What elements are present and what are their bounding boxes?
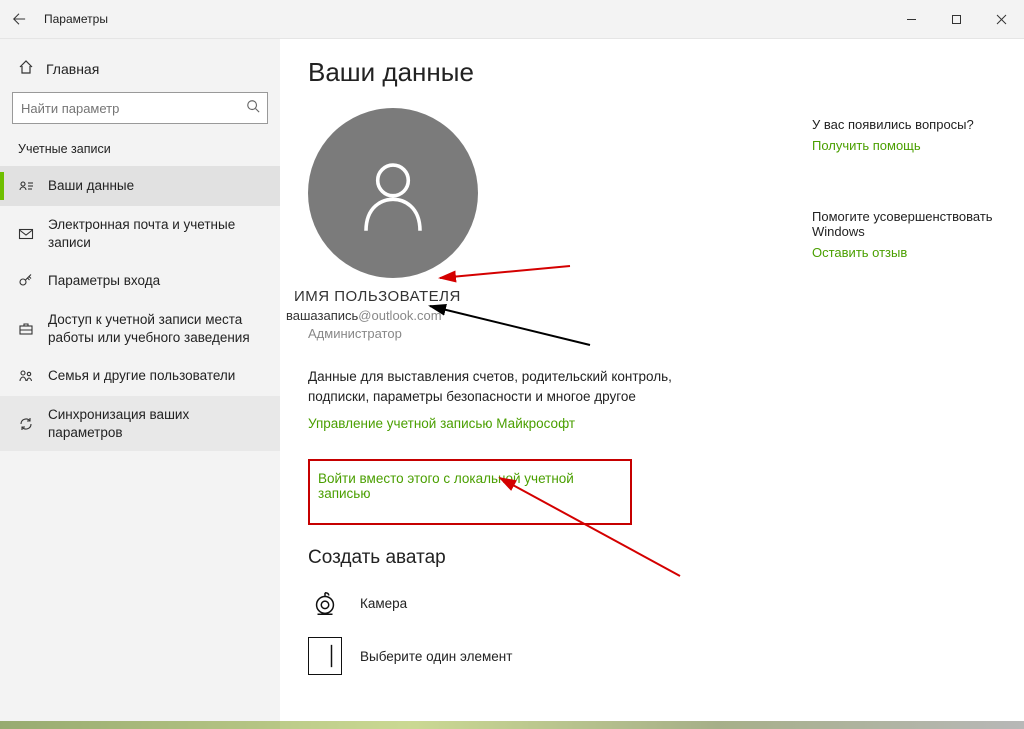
user-email-local: вашазапись (286, 308, 358, 323)
sidebar-home-label: Главная (46, 61, 99, 77)
create-avatar-browse[interactable]: Выберите один элемент (308, 637, 1024, 675)
local-signin-highlight-box: Войти вместо этого с локальной учетной з… (308, 459, 632, 525)
maximize-button[interactable] (934, 0, 979, 38)
camera-icon (308, 585, 342, 621)
sidebar-item-label: Ваши данные (48, 177, 262, 195)
avatar (308, 108, 478, 278)
titlebar: Параметры (0, 0, 1024, 39)
window-title: Параметры (44, 12, 108, 26)
local-signin-link[interactable]: Войти вместо этого с локальной учетной з… (318, 471, 618, 501)
main-content: Ваши данные ИМЯ ПОЛЬЗОВАТЕЛЯ вашазапись@… (280, 39, 1024, 729)
minimize-button[interactable] (889, 0, 934, 38)
sidebar-item-label: Электронная почта и учетные записи (48, 216, 262, 251)
sidebar-home[interactable]: Главная (0, 53, 280, 92)
help-column: У вас появились вопросы? Получить помощь… (812, 117, 1002, 260)
sidebar-item-your-info[interactable]: Ваши данные (0, 166, 280, 206)
key-icon (18, 273, 34, 289)
create-avatar-camera[interactable]: Камера (308, 585, 1024, 621)
sidebar-section-label: Учетные записи (0, 142, 280, 166)
user-name: ИМЯ ПОЛЬЗОВАТЕЛЯ (294, 288, 1024, 305)
questions-heading: У вас появились вопросы? (812, 117, 1002, 132)
people-icon (18, 368, 34, 384)
sidebar: Главная Учетные записи (0, 39, 280, 729)
search-icon (246, 99, 260, 116)
browse-label: Выберите один элемент (360, 649, 512, 664)
search-input[interactable] (12, 92, 268, 124)
close-button[interactable] (979, 0, 1024, 38)
sidebar-item-work-school[interactable]: Доступ к учетной записи места работы или… (0, 301, 280, 356)
sidebar-item-label: Параметры входа (48, 272, 262, 290)
sidebar-nav: Ваши данные Электронная почта и учетные … (0, 166, 280, 451)
browse-icon (308, 637, 342, 675)
user-email-domain: @outlook.com (358, 308, 441, 323)
home-icon (18, 59, 34, 78)
user-role: Администратор (308, 326, 1024, 341)
feedback-link[interactable]: Оставить отзыв (812, 245, 1002, 260)
sync-icon (18, 416, 34, 432)
get-help-link[interactable]: Получить помощь (812, 138, 1002, 153)
create-avatar-heading: Создать аватар (308, 547, 1024, 569)
sidebar-item-label: Доступ к учетной записи места работы или… (48, 311, 262, 346)
sidebar-item-label: Семья и другие пользователи (48, 367, 262, 385)
camera-label: Камера (360, 596, 407, 611)
sidebar-item-email-accounts[interactable]: Электронная почта и учетные записи (0, 206, 280, 261)
manage-account-link[interactable]: Управление учетной записью Майкрософт (308, 416, 1024, 431)
sidebar-item-family[interactable]: Семья и другие пользователи (0, 356, 280, 396)
mail-icon (18, 226, 34, 242)
bottom-strip (0, 721, 1024, 729)
sidebar-item-label: Синхронизация ваших параметров (48, 406, 262, 441)
sidebar-item-signin-options[interactable]: Параметры входа (0, 261, 280, 301)
user-email: вашазапись@outlook.com (286, 308, 1024, 323)
person-icon (348, 148, 438, 238)
sidebar-search-wrap (0, 92, 280, 142)
window-controls (889, 0, 1024, 38)
feedback-heading: Помогите усовершенствовать Windows (812, 209, 1002, 239)
person-card-icon (18, 178, 34, 194)
account-description: Данные для выставления счетов, родительс… (308, 367, 728, 406)
page-title: Ваши данные (308, 57, 1024, 88)
sidebar-item-sync[interactable]: Синхронизация ваших параметров (0, 396, 280, 451)
back-button[interactable] (0, 0, 38, 38)
briefcase-icon (18, 321, 34, 337)
